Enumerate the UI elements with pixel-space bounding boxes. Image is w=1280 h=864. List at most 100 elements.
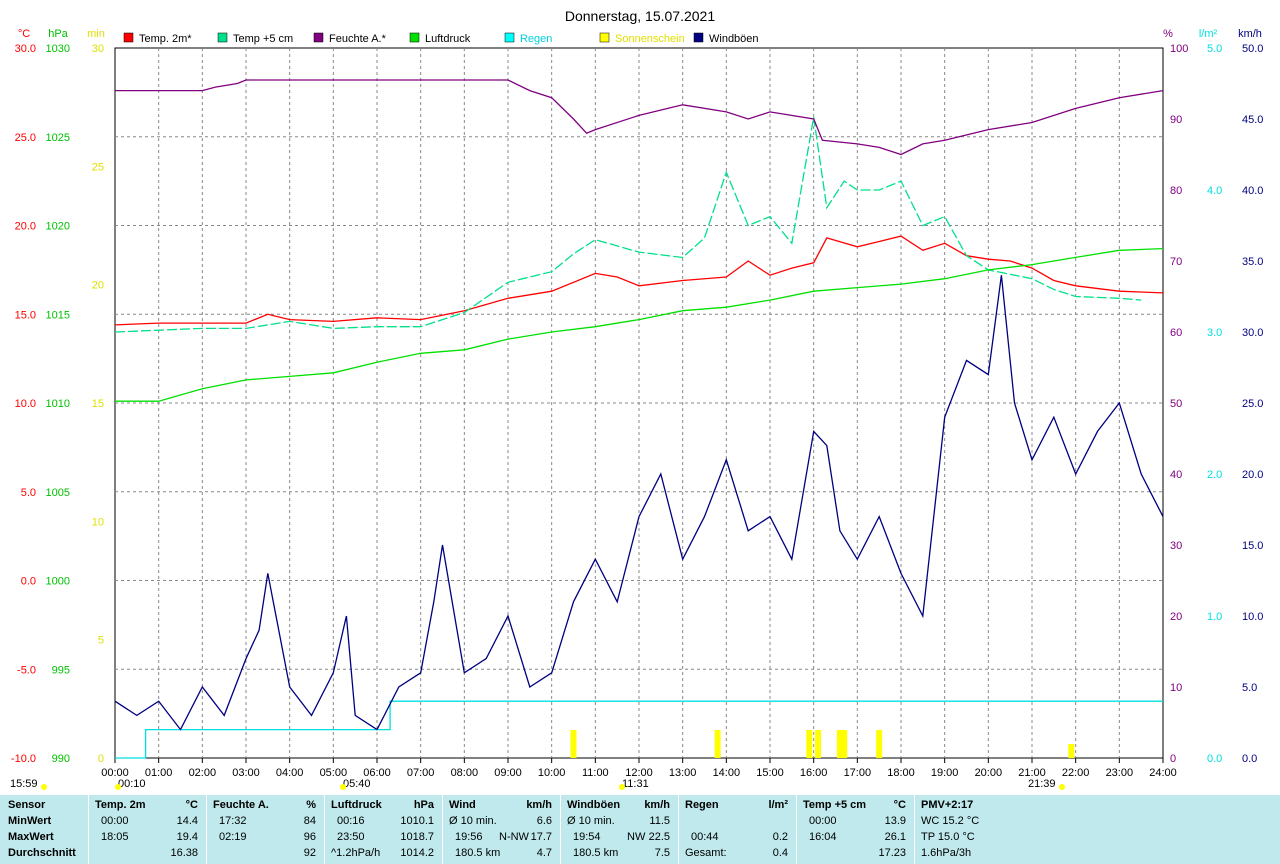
legend-swatch: [217, 32, 228, 43]
temp5cm-min-time: 00:00: [809, 815, 837, 827]
temp2m-max-time: 18:05: [101, 831, 129, 843]
wind-axis-label: km/h: [1238, 28, 1262, 40]
temp5cm-avg: 17.23: [878, 847, 906, 859]
stats-temp2m: Temp. 2m °C 00:00 14.4 18:05 19.4 16.38: [88, 795, 206, 864]
wind-tick-label: 10.0: [1242, 611, 1263, 623]
wind-tick-label: 35.0: [1242, 256, 1263, 268]
regen-total-label: Gesamt:: [685, 847, 727, 859]
pressure-axis-label: hPa: [48, 28, 68, 40]
legend-label: Temp. 2m*: [139, 33, 192, 45]
sun-bar: [815, 730, 822, 758]
sun-bar: [714, 730, 721, 758]
temp-tick-label: 5.0: [21, 487, 36, 499]
luftdruck-max: 1018.7: [400, 831, 434, 843]
regen-title: Regen: [685, 799, 719, 811]
feuchte-unit: %: [306, 799, 316, 811]
pmv-trend: 1.6hPa/3h: [921, 847, 972, 859]
humidity-tick-label: 90: [1170, 114, 1182, 126]
temp2m-title: Temp. 2m: [95, 799, 146, 811]
markers: 00:10 05:40 11:31 15:59 21:39: [10, 778, 1065, 790]
sun-marker-icon: [41, 784, 47, 790]
legend-label: Windböen: [709, 33, 759, 45]
temp5cm-max-time: 16:04: [809, 831, 837, 843]
rain-tick-label: 4.0: [1207, 185, 1222, 197]
pressure-tick-label: 1015: [46, 309, 70, 321]
legend-label: Sonnenschein: [615, 33, 685, 45]
humidity-tick-label: 100: [1170, 43, 1188, 55]
temp2m-unit: °C: [185, 799, 198, 811]
luftdruck-min-time: 00:16: [337, 815, 365, 827]
sun-bar: [876, 730, 883, 758]
pressure-tick-label: 990: [52, 753, 70, 765]
temp5cm-min: 13.9: [884, 815, 906, 827]
windboeen-title: Windböen: [567, 799, 621, 811]
regen-total: 0.4: [772, 847, 788, 859]
wind-tick-label: 45.0: [1242, 114, 1263, 126]
feuchte-max-time: 02:19: [219, 831, 247, 843]
legend-label: Regen: [520, 33, 552, 45]
pressure-tick-label: 1000: [46, 576, 70, 588]
x-tick-label: 24:00: [1149, 767, 1177, 779]
pressure-tick-label: 1005: [46, 487, 70, 499]
luftdruck-min: 1010.1: [400, 815, 434, 827]
x-tick-label: 23:00: [1106, 767, 1134, 779]
humidity-tick-label: 80: [1170, 185, 1182, 197]
regen-unit: l/m²: [768, 799, 788, 811]
rain-tick-label: 1.0: [1207, 611, 1222, 623]
humidity-tick-label: 10: [1170, 682, 1182, 694]
legend-swatch: [123, 32, 134, 43]
x-tick-label: 17:00: [844, 767, 872, 779]
pmv-wc: WC 15.2 °C: [921, 815, 980, 827]
legend-label: Luftdruck: [425, 33, 471, 45]
windboeen-10min: 11.5: [649, 815, 670, 827]
temp-tick-label: 20.0: [15, 221, 36, 233]
rain-tick-label: 3.0: [1207, 327, 1222, 339]
x-tick-label: 18:00: [887, 767, 915, 779]
legend-label: Temp +5 cm: [233, 33, 293, 45]
pressure-tick-label: 1030: [46, 43, 70, 55]
sun-bar: [841, 730, 848, 758]
temp-tick-label: 0.0: [21, 576, 36, 588]
x-tick-label: 11:00: [582, 767, 609, 779]
wind-max-dir: N-NW: [499, 831, 529, 843]
time-marker: 05:40: [343, 778, 371, 790]
sun-marker-icon: [1059, 784, 1065, 790]
x-tick-label: 08:00: [451, 767, 479, 779]
temp2m-max: 19.4: [176, 831, 198, 843]
chart-title: Donnerstag, 15.07.2021: [565, 8, 715, 24]
x-tick-label: 07:00: [407, 767, 435, 779]
pressure-tick-label: 995: [52, 664, 70, 676]
legend-label: Feuchte A.*: [329, 33, 387, 45]
wind-tick-label: 15.0: [1242, 540, 1263, 552]
wind-tick-label: 40.0: [1242, 185, 1263, 197]
sun-bar: [806, 730, 813, 758]
sun-bar: [570, 730, 577, 758]
row-label-max: MaxWert: [8, 831, 54, 843]
temp2m-min-time: 00:00: [101, 815, 129, 827]
legend-swatch: [504, 32, 515, 43]
stats-luftdruck: Luftdruck hPa 00:16 1010.1 23:50 1018.7 …: [324, 795, 442, 864]
x-tick-label: 13:00: [669, 767, 697, 779]
weather-chart: Donnerstag, 15.07.2021 Temp. 2m* Temp +5 …: [10, 8, 1263, 790]
sun-tick-label: 5: [98, 635, 104, 647]
wind-tick-label: 25.0: [1242, 398, 1263, 410]
x-tick-label: 14:00: [713, 767, 741, 779]
humidity-axis-label: %: [1163, 28, 1173, 40]
rain-tick-label: 0.0: [1207, 753, 1222, 765]
wind-10min: 6.6: [536, 815, 552, 827]
legend-swatch: [693, 32, 704, 43]
temp2m-avg: 16.38: [170, 847, 198, 859]
temp-tick-label: 10.0: [15, 398, 36, 410]
luftdruck-avg: 1014.2: [400, 847, 434, 859]
x-tick-label: 22:00: [1062, 767, 1090, 779]
temp5cm-title: Temp +5 cm: [803, 799, 867, 811]
stats-pmv: PMV+2:17 WC 15.2 °C TP 15.0 °C 1.6hPa/3h: [914, 795, 1014, 864]
stats-sensor-title: Sensor: [8, 799, 46, 811]
rain-tick-label: 5.0: [1207, 43, 1222, 55]
luftdruck-unit: hPa: [413, 799, 434, 811]
sun-tick-label: 20: [92, 280, 104, 292]
wind-avg: 4.7: [536, 847, 552, 859]
wind-title: Wind: [449, 799, 476, 811]
time-marker: 15:59: [10, 778, 38, 790]
humidity-tick-label: 20: [1170, 611, 1182, 623]
